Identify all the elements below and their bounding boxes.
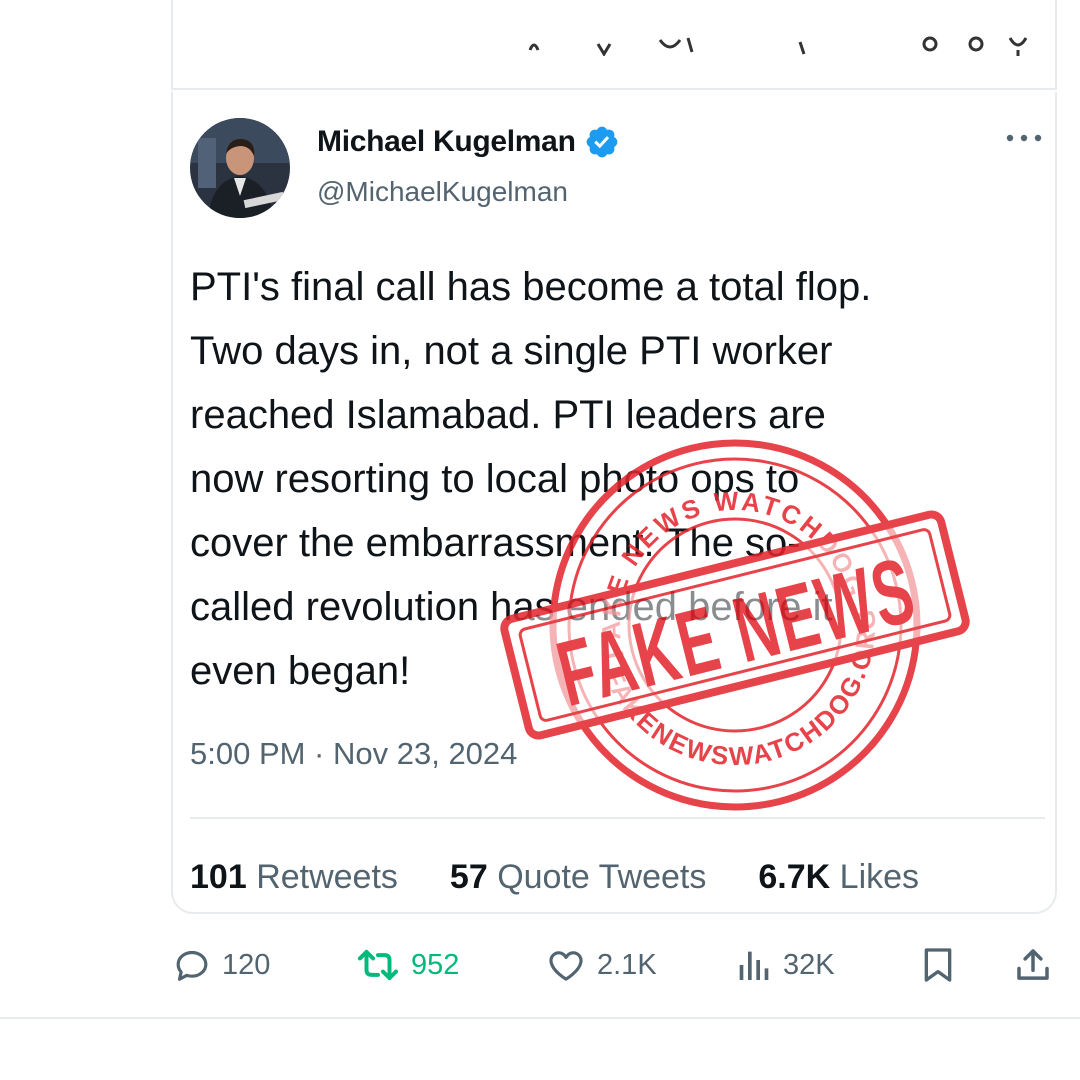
- retweet-icon: [357, 949, 399, 981]
- author-name[interactable]: Michael Kugelman: [317, 125, 576, 159]
- reply-icon: [176, 950, 208, 981]
- tweet-text-line: PTI's final call has become a total flop…: [190, 265, 872, 309]
- tweet-text: PTI's final call has become a total flop…: [190, 255, 1040, 703]
- share-button[interactable]: [1012, 940, 1054, 990]
- tweet-text-line: reached Islamabad. PTI leaders are: [190, 393, 826, 437]
- likes-stat[interactable]: 6.7K Likes: [758, 858, 919, 897]
- engagement-stats: 101 Retweets 57 Quote Tweets 6.7K Likes: [190, 858, 971, 897]
- divider: [0, 1017, 1080, 1019]
- retweets-stat[interactable]: 101 Retweets: [190, 858, 398, 897]
- author-avatar[interactable]: [190, 118, 290, 218]
- quotes-stat-count: 57: [449, 858, 488, 896]
- views-button[interactable]: 32K: [733, 940, 835, 990]
- more-icon[interactable]: [1004, 128, 1044, 148]
- tweet-text-line: cover the embarrassment. The so-: [190, 521, 801, 565]
- retweets-stat-count: 101: [190, 858, 247, 896]
- bookmark-icon: [924, 948, 952, 982]
- reply-button[interactable]: 120: [172, 940, 270, 990]
- likes-stat-label: Likes: [839, 858, 920, 896]
- likes-stat-count: 6.7K: [758, 858, 831, 896]
- retweets-stat-label: Retweets: [256, 858, 398, 896]
- reply-count: 120: [222, 948, 271, 981]
- author-handle[interactable]: @MichaelKugelman: [317, 176, 568, 208]
- views-icon: [739, 951, 769, 980]
- views-count: 32K: [783, 948, 835, 981]
- like-icon: [549, 951, 583, 981]
- tweet-text-line: even began!: [190, 649, 411, 693]
- tweet-text-line: now resorting to local photo ops to: [190, 457, 800, 501]
- divider: [190, 817, 1045, 819]
- like-count: 2.1K: [597, 948, 657, 981]
- tweet-timestamp[interactable]: 5:00 PM · Nov 23, 2024: [190, 736, 517, 772]
- action-bar: 120 952 2.1K 32K: [0, 940, 1080, 990]
- retweet-button[interactable]: 952: [355, 940, 459, 990]
- cut-off-text-fragment: [528, 36, 1028, 56]
- like-button[interactable]: 2.1K: [545, 940, 657, 990]
- quotes-stat[interactable]: 57 Quote Tweets: [450, 858, 706, 897]
- retweet-count: 952: [411, 948, 460, 981]
- tweet-text-line: Two days in, not a single PTI worker: [190, 329, 833, 373]
- verified-badge-icon: [586, 126, 617, 158]
- tweet-text-line: called revolution has ended before it: [190, 585, 833, 629]
- bookmark-button[interactable]: [918, 940, 958, 990]
- share-icon: [1017, 949, 1049, 980]
- quotes-stat-label: Quote Tweets: [497, 858, 707, 896]
